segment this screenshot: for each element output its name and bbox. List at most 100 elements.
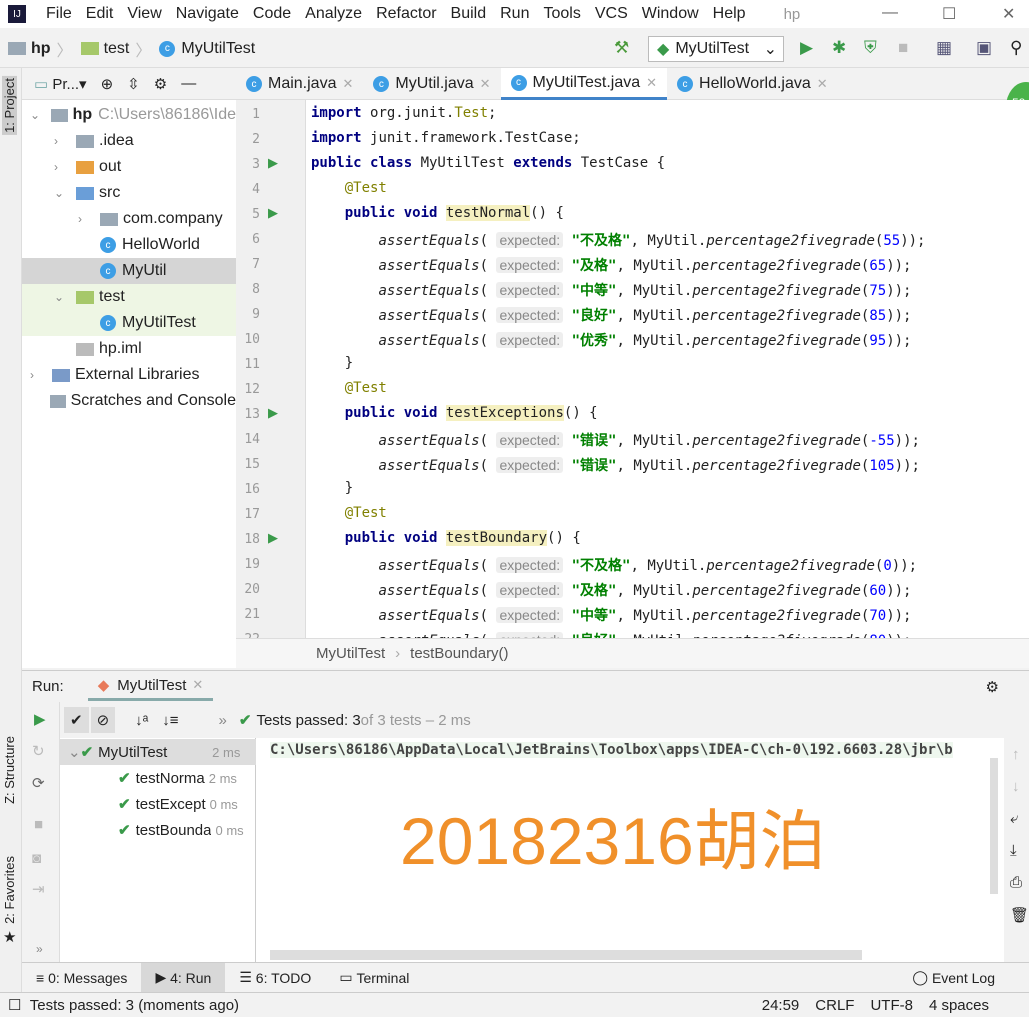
trash-icon[interactable]: 🗑: [1010, 906, 1029, 924]
menu-navigate[interactable]: Navigate: [176, 5, 239, 23]
menu-run[interactable]: Run: [500, 5, 529, 23]
sort-alpha-icon[interactable]: ↓ᵃ: [135, 712, 148, 729]
line-separator[interactable]: CRLF: [815, 997, 854, 1014]
run-test-gutter-icon[interactable]: ▶: [268, 205, 278, 221]
coverage-icon[interactable]: ⛨: [864, 38, 877, 58]
menu-build[interactable]: Build: [451, 5, 487, 23]
chevron-down-icon[interactable]: ⌄: [54, 290, 76, 304]
code-editor[interactable]: import org.junit.Test; import junit.frame…: [306, 100, 1029, 638]
chevron-right-icon[interactable]: ›: [54, 134, 76, 148]
up-icon[interactable]: ↑: [1012, 746, 1020, 763]
stop-icon[interactable]: ■: [898, 38, 908, 58]
messages-tab[interactable]: ≡ 0: Messages: [22, 963, 141, 993]
tab-myutil-java[interactable]: c MyUtil.java ✕: [363, 68, 500, 100]
tree-item[interactable]: ⌄ test: [22, 284, 236, 310]
run-configuration-select[interactable]: ◆ MyUtilTest ⌄: [648, 36, 784, 62]
project-tool-tab[interactable]: 1: Project: [2, 76, 17, 135]
run-tab[interactable]: ◆ MyUtilTest ✕: [87, 672, 214, 701]
close-tab-icon[interactable]: ✕: [480, 76, 491, 92]
rerun-icon[interactable]: ▶: [34, 710, 46, 728]
tree-item[interactable]: hp.iml: [22, 336, 236, 362]
chevron-right-icon[interactable]: ›: [30, 368, 52, 382]
menu-analyze[interactable]: Analyze: [305, 5, 362, 23]
build-hammer-icon[interactable]: ⚒: [614, 38, 629, 58]
gear-icon[interactable]: ⚙: [986, 678, 999, 696]
scroll-end-icon[interactable]: ⤓: [1010, 842, 1017, 859]
chevron-down-icon[interactable]: ⌄: [54, 186, 76, 200]
horizontal-scrollbar[interactable]: [270, 950, 862, 960]
sort-duration-icon[interactable]: ↓≡: [162, 712, 178, 729]
breadcrumb-folder[interactable]: test 〉: [80, 37, 151, 61]
hide-icon[interactable]: —: [181, 75, 196, 92]
menu-code[interactable]: Code: [253, 5, 291, 23]
run-tab[interactable]: ▶ 4: Run: [141, 962, 226, 993]
crumb-class[interactable]: MyUtilTest: [316, 645, 385, 662]
todo-tab[interactable]: ☰ 6: TODO: [225, 963, 325, 993]
favorites-tool-tab[interactable]: 2: Favorites: [2, 856, 17, 924]
menu-edit[interactable]: Edit: [86, 5, 114, 23]
tree-item[interactable]: ⌄ src: [22, 180, 236, 206]
run-test-gutter-icon[interactable]: ▶: [268, 155, 278, 171]
breadcrumb-project[interactable]: hp 〉: [8, 37, 73, 61]
toggle-auto-test-icon[interactable]: ⟳: [32, 774, 45, 792]
indent-setting[interactable]: 4 spaces: [929, 997, 989, 1014]
more-icon[interactable]: »: [219, 712, 227, 729]
chevron-right-icon[interactable]: ›: [78, 212, 100, 226]
test-row[interactable]: ✔ testBounda 0 ms: [118, 817, 244, 843]
test-row[interactable]: ✔ testExcept 0 ms: [118, 791, 238, 817]
menu-refactor[interactable]: Refactor: [376, 5, 436, 23]
soft-wrap-icon[interactable]: ⤶: [1010, 810, 1018, 827]
tree-item[interactable]: › com.company: [22, 206, 236, 232]
minimize-button[interactable]: —: [882, 4, 898, 22]
menu-window[interactable]: Window: [642, 5, 699, 23]
close-tab-icon[interactable]: ✕: [817, 76, 828, 92]
close-tab-icon[interactable]: ✕: [192, 677, 203, 693]
vertical-scrollbar[interactable]: [990, 758, 998, 894]
run-icon[interactable]: ▶: [800, 38, 813, 58]
run-test-gutter-icon[interactable]: ▶: [268, 405, 278, 421]
structure-tool-tab[interactable]: Z: Structure: [2, 736, 17, 804]
close-tab-icon[interactable]: ✕: [342, 76, 353, 92]
tab-main-java[interactable]: c Main.java ✕: [236, 68, 363, 100]
show-ignored-icon[interactable]: ⊘: [90, 707, 116, 733]
chevron-right-icon[interactable]: ›: [54, 160, 76, 174]
run-test-gutter-icon[interactable]: ▶: [268, 530, 278, 546]
menu-file[interactable]: File: [46, 5, 72, 23]
search-icon[interactable]: ⚲: [1010, 38, 1022, 58]
tree-item[interactable]: › External Libraries: [22, 362, 236, 388]
import-icon[interactable]: ⇥: [32, 880, 45, 898]
chevron-down-icon[interactable]: ⌄: [30, 108, 51, 122]
tree-item[interactable]: c MyUtil: [22, 258, 236, 284]
chevron-down-icon[interactable]: ⌄: [68, 743, 81, 761]
stop-icon[interactable]: ■: [34, 816, 43, 833]
menu-help[interactable]: Help: [713, 5, 746, 23]
file-encoding[interactable]: UTF-8: [870, 997, 913, 1014]
tree-item[interactable]: c HelloWorld: [22, 232, 236, 258]
gear-icon[interactable]: ⚙: [154, 75, 167, 93]
toggle-panel-icon[interactable]: ▣: [976, 38, 992, 58]
tab-myutiltest-java[interactable]: c MyUtilTest.java ✕: [500, 68, 668, 100]
show-passed-icon[interactable]: ✔: [64, 707, 89, 733]
toggle-tool-windows-icon[interactable]: ☐: [8, 996, 30, 1014]
tree-item[interactable]: Scratches and Console: [22, 388, 236, 414]
tree-item[interactable]: ⌄ hp C:\Users\86186\Ide: [22, 102, 236, 128]
tree-item[interactable]: c MyUtilTest: [22, 310, 236, 336]
print-icon[interactable]: ⎙: [1010, 874, 1022, 891]
collapse-all-icon[interactable]: ⇳: [127, 75, 140, 93]
camera-icon[interactable]: ◙: [32, 850, 41, 867]
breadcrumb-file[interactable]: c MyUtilTest: [159, 40, 255, 58]
crumb-method[interactable]: testBoundary(): [410, 645, 508, 662]
terminal-tab[interactable]: ▭ Terminal: [325, 963, 423, 993]
test-suite-row[interactable]: ⌄ ✔ MyUtilTest 2 ms: [60, 739, 256, 765]
tree-item[interactable]: › out: [22, 154, 236, 180]
cursor-position[interactable]: 24:59: [762, 997, 800, 1014]
tab-helloworld-java[interactable]: c HelloWorld.java ✕: [667, 68, 838, 100]
maximize-button[interactable]: ☐: [942, 4, 956, 24]
down-icon[interactable]: ↓: [1012, 778, 1020, 795]
test-row[interactable]: ✔ testNorma 2 ms: [118, 765, 237, 791]
more-icon[interactable]: »: [36, 942, 43, 956]
close-tab-icon[interactable]: ✕: [646, 75, 657, 91]
debug-icon[interactable]: ✱: [832, 38, 846, 58]
event-log-tab[interactable]: ◯ Event Log: [898, 963, 1009, 993]
rerun-failed-icon[interactable]: ↻: [32, 742, 45, 760]
